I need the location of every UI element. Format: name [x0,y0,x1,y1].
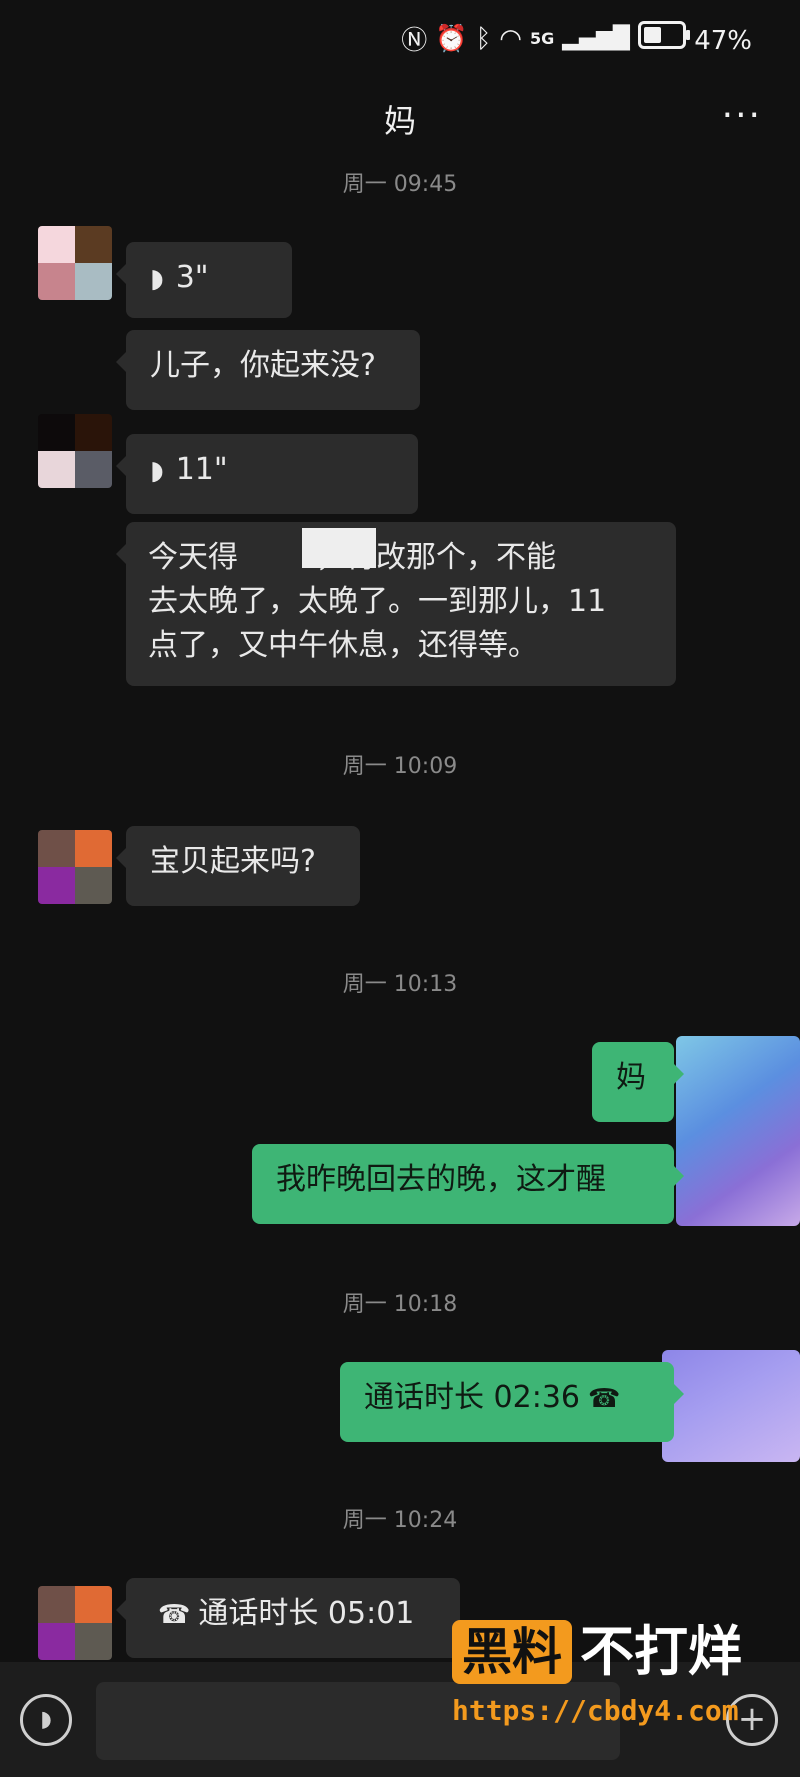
contact-avatar[interactable] [38,414,112,488]
phone-hangup-icon: ☎ [588,1384,621,1414]
battery-icon [637,21,690,49]
chat-header: 妈 ··· [0,78,800,152]
message-text: 去太晚了，太晚了。一到那儿，11 [148,584,607,619]
alarm-icon: ⏰ [435,23,468,54]
watermark-text: 不打烊 [580,1620,742,1683]
signal-bars-icon: ▂▄▆█ [562,26,630,51]
voice-duration: 11" [175,452,228,487]
watermark: 黑料 不打烊 https://cbdy4.com [452,1620,792,1750]
voice-wave-icon: ◗ [150,264,164,294]
text-message[interactable]: 今天得 ，得改那个，不能 去太晚了，太晚了。一到那儿，11 点了，又中午休息，还得… [116,522,676,686]
contact-avatar[interactable] [38,1586,112,1660]
status-bar: Ⓝ ⏰ ᛒ ◠ 5G ▂▄▆█ 47% [0,0,800,78]
text-message[interactable]: 我昨晚回去的晚，这才醒 [252,1144,684,1224]
call-duration-text: 通话时长 05:01 [198,1596,415,1631]
watermark-url: https://cbdy4.com [452,1694,739,1727]
voice-message[interactable]: ◗ 11" [116,434,418,514]
timestamp: 周一 09:45 [342,172,458,197]
text-message[interactable]: 儿子，你起来没? [116,330,420,410]
message-text: 我昨晚回去的晚，这才醒 [276,1162,606,1197]
timestamp: 周一 10:09 [342,754,458,779]
message-text: 点了，又中午休息，还得等。 [148,628,538,663]
contact-avatar[interactable] [38,226,112,300]
message-text: 儿子，你起来没? [150,348,376,383]
timestamp: 周一 10:18 [342,1292,458,1317]
message-text: 今天得 [148,540,238,575]
more-options-button[interactable]: ··· [722,98,762,134]
signal-5g-icon: 5G [529,29,555,48]
watermark-box-text: 黑料 [452,1620,572,1684]
contact-avatar[interactable] [38,830,112,904]
call-record[interactable]: ☎ 通话时长 05:01 [116,1578,460,1658]
voice-input-button[interactable]: ◗ [20,1694,72,1746]
text-message[interactable]: 宝贝起来吗? [116,826,360,906]
voice-message[interactable]: ◗ 3" [116,242,292,318]
voice-wave-icon: ◗ [150,456,164,486]
message-text: 妈 [616,1060,646,1095]
phone-hangup-icon: ☎ [158,1600,191,1630]
chat-title: 妈 [383,102,416,140]
self-avatar[interactable] [662,1350,800,1462]
battery-indicator: 47% [637,21,752,56]
redaction-patch [302,528,376,568]
self-avatar[interactable] [676,1036,800,1226]
text-message[interactable]: 妈 [592,1042,684,1122]
message-text: 宝贝起来吗? [150,844,316,879]
bluetooth-icon: ᛒ [475,23,492,54]
timestamp: 周一 10:13 [342,972,458,997]
call-record[interactable]: 通话时长 02:36 ☎ [340,1362,684,1442]
status-icons: Ⓝ ⏰ ᛒ ◠ 5G ▂▄▆█ 47% [401,20,752,57]
wifi-icon: ◠ [499,23,522,54]
battery-percent: 47% [694,26,752,56]
call-duration-text: 通话时长 02:36 [364,1380,580,1415]
nfc-icon: Ⓝ [401,26,428,56]
voice-duration: 3" [175,260,209,295]
timestamp: 周一 10:24 [342,1508,458,1533]
